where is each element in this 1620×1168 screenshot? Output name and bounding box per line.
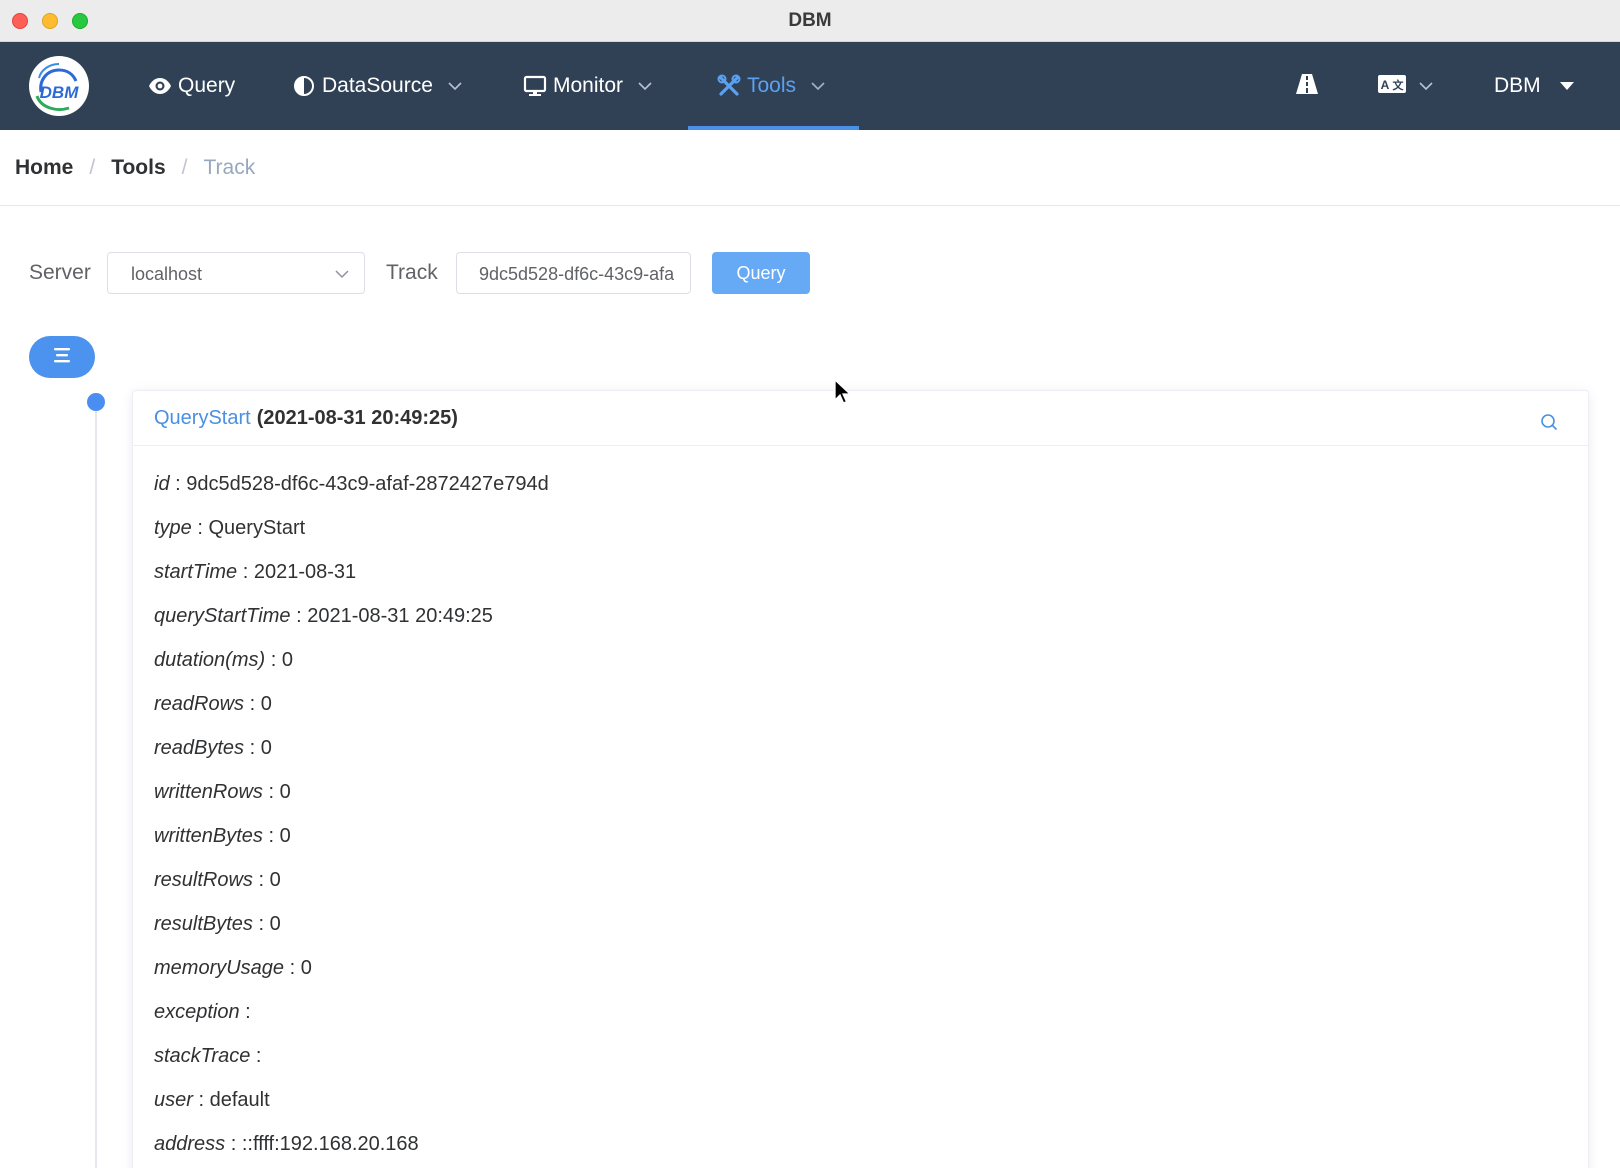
field-address: address : ::ffff:192.168.20.168 xyxy=(154,1133,419,1155)
caret-down-icon xyxy=(1559,80,1575,92)
track-label: Track xyxy=(386,261,438,284)
track-input[interactable]: 9dc5d528-df6c-43c9-afaf-2872427e794d xyxy=(456,252,691,294)
field-user: user : default xyxy=(154,1089,270,1111)
nav-datasource[interactable]: DataSource xyxy=(292,42,463,130)
breadcrumb: Home / Tools / Track xyxy=(15,156,255,180)
field-duration: dutation(ms) : 0 xyxy=(154,649,293,671)
nav-monitor[interactable]: Monitor xyxy=(523,42,653,130)
nav-query-label: Query xyxy=(178,74,236,97)
breadcrumb-separator: / xyxy=(89,156,96,179)
field-id: id : 9dc5d528-df6c-43c9-afaf-2872427e794… xyxy=(154,473,549,495)
translate-icon: A文 xyxy=(1378,74,1406,98)
eye-icon xyxy=(148,74,172,98)
language-switch[interactable]: A文 xyxy=(1378,42,1434,130)
chevron-down-icon xyxy=(637,78,653,94)
tools-icon xyxy=(717,74,741,98)
app-logo[interactable]: DBM xyxy=(29,56,89,116)
user-menu-label: DBM xyxy=(1494,74,1541,97)
field-resultbytes: resultBytes : 0 xyxy=(154,913,281,935)
chevron-down-icon xyxy=(447,78,463,94)
logo-text: DBM xyxy=(40,83,80,102)
chevron-down-icon xyxy=(810,78,826,94)
breadcrumb-separator: / xyxy=(181,156,188,179)
server-select[interactable]: localhost xyxy=(107,252,365,294)
svg-text:A: A xyxy=(1381,78,1390,92)
nav-tools-label: Tools xyxy=(747,74,797,97)
nav-query[interactable]: Query xyxy=(148,42,235,130)
server-select-value: localhost xyxy=(131,264,203,284)
breadcrumb-tools[interactable]: Tools xyxy=(111,156,165,180)
breadcrumb-current: Track xyxy=(203,156,256,179)
track-input-value: 9dc5d528-df6c-43c9-afaf-2872427e794d xyxy=(479,264,674,284)
top-navbar: DBM Query DataSource Monitor Tools A 文 D… xyxy=(0,42,1620,130)
server-label: Server xyxy=(29,261,91,284)
chevron-down-icon xyxy=(1418,78,1434,94)
timeline-dot xyxy=(87,393,105,411)
mouse-cursor-icon xyxy=(834,378,852,407)
event-title: QueryStart (2021-08-31 20:49:25) xyxy=(154,407,458,430)
field-resultrows: resultRows : 0 xyxy=(154,869,281,891)
field-readbytes: readBytes : 0 xyxy=(154,737,272,759)
nav-tools[interactable]: Tools xyxy=(717,42,826,130)
road-icon-button[interactable] xyxy=(1295,42,1319,130)
field-writtenrows: writtenRows : 0 xyxy=(154,781,291,803)
nav-monitor-label: Monitor xyxy=(553,74,624,97)
window-title: DBM xyxy=(788,10,832,31)
user-menu[interactable]: DBM xyxy=(1494,42,1575,130)
field-stacktrace: stackTrace : xyxy=(154,1045,262,1067)
nav-active-indicator xyxy=(688,126,859,130)
svg-text:文: 文 xyxy=(1393,78,1405,92)
field-querystarttime: queryStartTime : 2021-08-31 20:49:25 xyxy=(154,605,493,627)
timeline-toggle-button[interactable] xyxy=(29,336,95,378)
chevron-down-icon xyxy=(334,266,350,282)
nav-datasource-label: DataSource xyxy=(322,74,433,97)
menu-icon xyxy=(52,346,72,369)
field-exception: exception : xyxy=(154,1001,251,1023)
search-icon[interactable] xyxy=(1540,413,1558,431)
field-starttime: startTime : 2021-08-31 xyxy=(154,561,357,583)
field-memoryusage: memoryUsage : 0 xyxy=(154,957,312,979)
road-icon xyxy=(1295,73,1319,100)
event-timestamp: (2021-08-31 20:49:25) xyxy=(256,407,458,429)
timeline-line xyxy=(95,402,97,1168)
field-writtenbytes: writtenBytes : 0 xyxy=(154,825,291,847)
query-button[interactable]: Query xyxy=(712,252,810,294)
window-titlebar: DBM xyxy=(0,0,1620,42)
breadcrumb-home[interactable]: Home xyxy=(15,156,73,180)
breadcrumb-divider xyxy=(0,205,1620,206)
half-circle-icon xyxy=(292,74,316,98)
field-readrows: readRows : 0 xyxy=(154,693,272,715)
field-type: type : QueryStart xyxy=(154,517,306,539)
event-card: QueryStart (2021-08-31 20:49:25) id : 9dc… xyxy=(132,390,1589,1168)
event-card-header: QueryStart (2021-08-31 20:49:25) xyxy=(133,391,1588,446)
monitor-icon xyxy=(523,74,547,98)
event-name[interactable]: QueryStart xyxy=(154,407,251,429)
